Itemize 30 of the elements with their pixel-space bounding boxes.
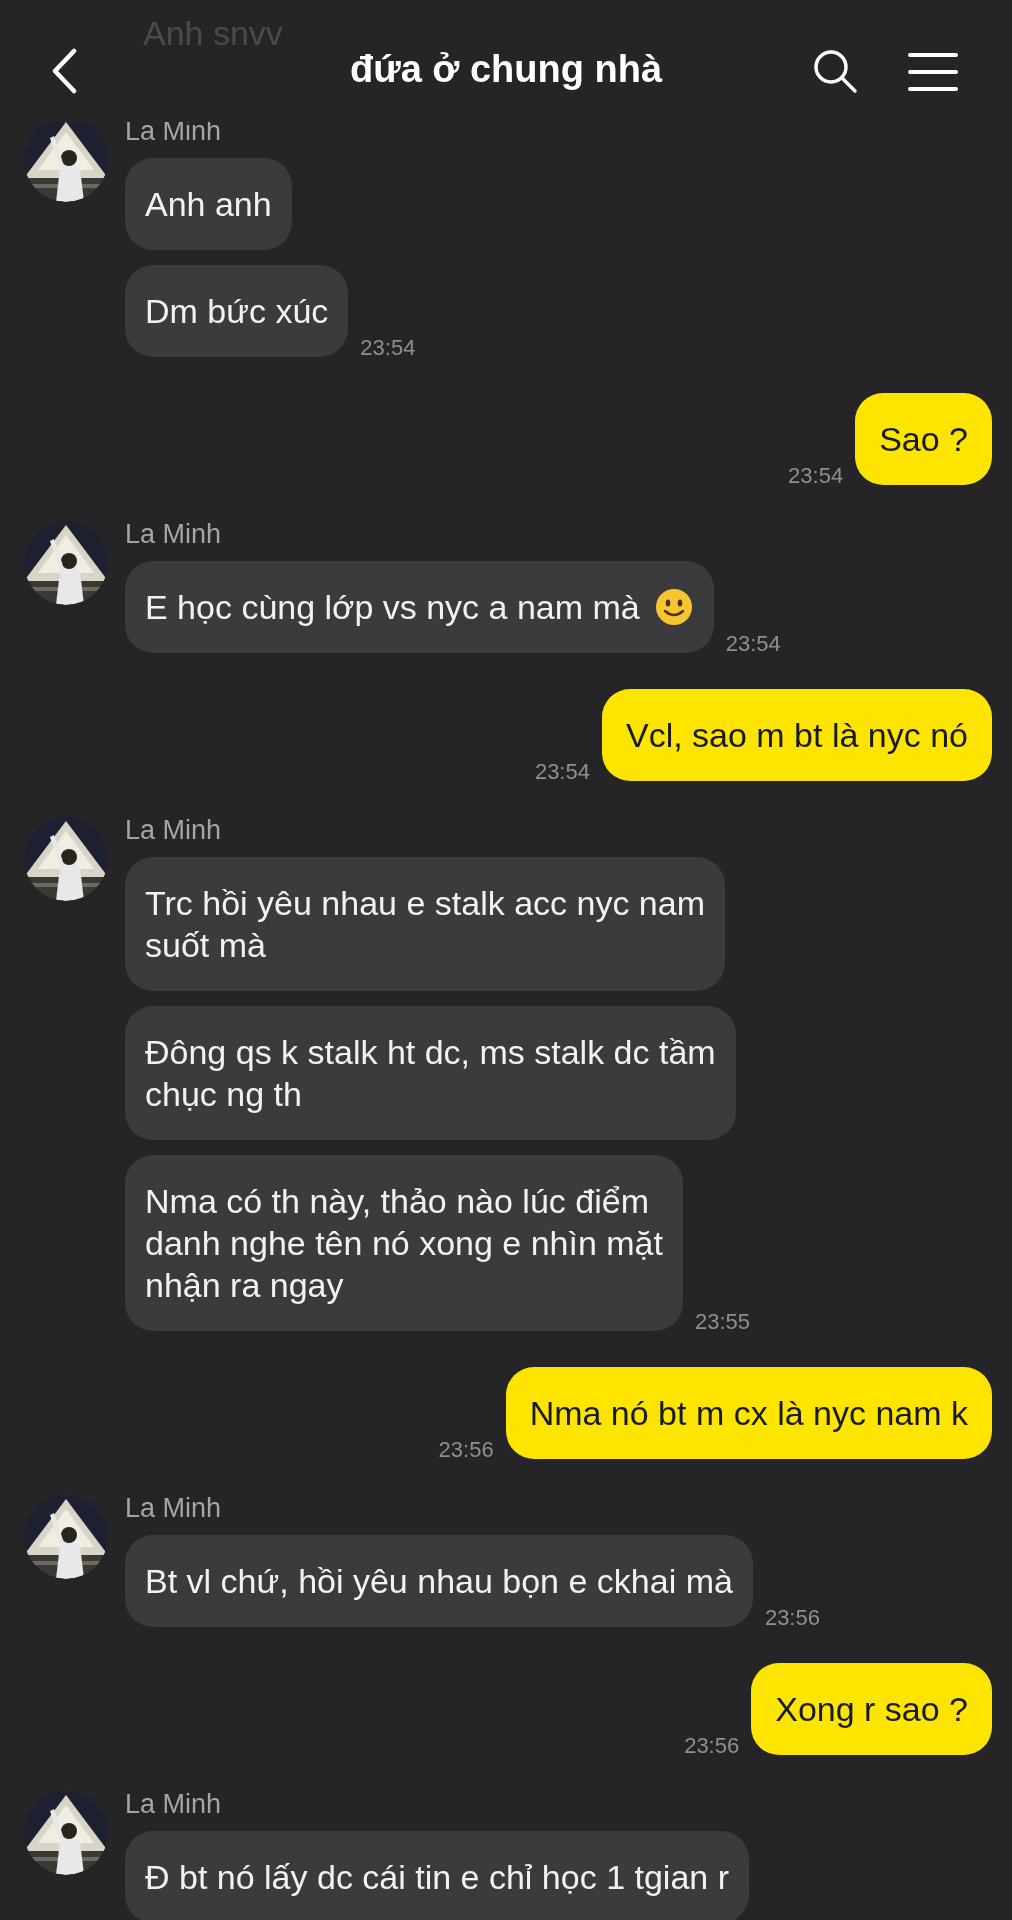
message-bubble: Anh anh bbox=[125, 158, 292, 250]
sender-name: La Minh bbox=[125, 116, 223, 146]
menu-icon[interactable] bbox=[908, 52, 958, 92]
timestamp: 23:54 bbox=[360, 335, 416, 361]
message-bubble: Sao ? bbox=[855, 393, 992, 485]
message-bubble: Nma nó bt m cx là nyc nam k bbox=[505, 1367, 992, 1459]
message-bubble: Bt vl chứ, hồi yêu nhau bọn e ckhai mà bbox=[125, 1535, 753, 1627]
timestamp: 23:54 bbox=[788, 463, 844, 489]
timestamp: 23:54 bbox=[725, 631, 781, 657]
sender-name: La Minh bbox=[125, 1789, 223, 1819]
sender-name: La Minh bbox=[125, 815, 223, 845]
timestamp: 23:56 bbox=[438, 1437, 494, 1463]
message-bubble: Xong r sao ? bbox=[751, 1663, 992, 1755]
message-bubble: Trc hồi yêu nhau e stalk acc nyc nam suốt mà bbox=[125, 857, 725, 991]
sender-name: La Minh bbox=[125, 519, 223, 549]
message-bubble: Vcl, sao m bt là nyc nó bbox=[601, 689, 992, 781]
sender-name: La Minh bbox=[125, 1493, 223, 1523]
message-bubble: Đông qs k stalk ht dc, ms stalk dc tầm chục ng th bbox=[125, 1006, 736, 1140]
message-bubble: Dm bức xúc bbox=[125, 265, 349, 357]
timestamp: 23:56 bbox=[684, 1733, 740, 1759]
smiley-icon bbox=[653, 587, 694, 627]
timestamp: 23:55 bbox=[694, 1309, 751, 1335]
message-bubble: Đ bt nó lấy dc cái tin e chỉ học 1 tgian r bbox=[125, 1831, 749, 1920]
search-icon[interactable] bbox=[812, 48, 858, 94]
back-icon[interactable] bbox=[50, 48, 78, 94]
timestamp: 23:54 bbox=[534, 759, 590, 785]
chat-title: đứa ở chung nhà bbox=[349, 48, 663, 91]
timestamp: 23:56 bbox=[764, 1605, 820, 1631]
message-bubble: Nma có th này, thảo nào lúc điểm danh nghe tên nó xong e nhìn mặt nhận ra ngay bbox=[125, 1155, 683, 1331]
message-bubble: E học cùng lớp vs nyc a nam mà bbox=[125, 561, 714, 653]
